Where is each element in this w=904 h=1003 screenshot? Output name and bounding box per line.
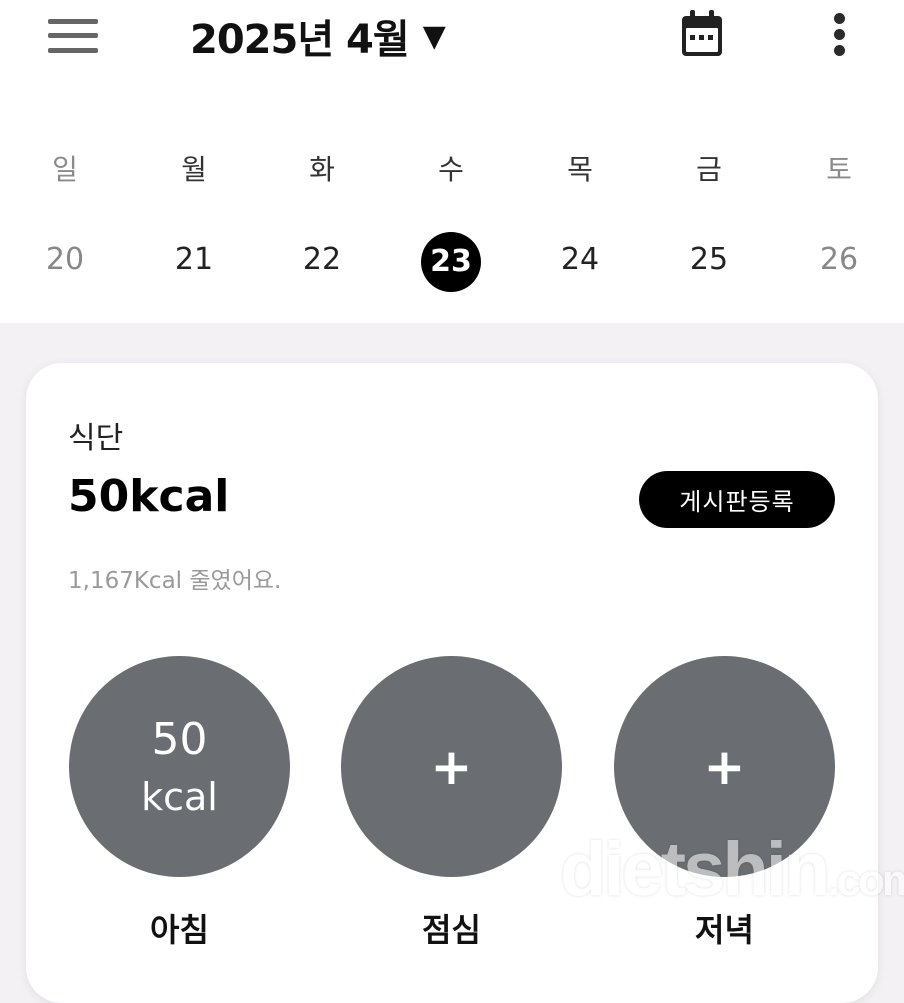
- date-cell[interactable]: 20: [15, 242, 115, 277]
- more-vertical-icon[interactable]: [822, 10, 858, 60]
- top-bar: 2025년 4월 ▼ 일 월 화 수 목 금 토 20 21 22 23 24: [0, 0, 904, 323]
- date-cell-selected[interactable]: 23: [401, 232, 501, 292]
- date-cell[interactable]: 21: [144, 242, 244, 277]
- selected-date-badge: 23: [421, 232, 481, 292]
- date-cell[interactable]: 25: [659, 242, 759, 277]
- weekday-fri: 금: [696, 153, 722, 186]
- chevron-down-icon: ▼: [422, 18, 446, 54]
- card-label: 식단: [68, 421, 124, 456]
- plus-icon: +: [703, 737, 746, 796]
- weekday-sat: 토: [826, 153, 852, 186]
- meal-name-breakfast: 아침: [150, 911, 209, 949]
- week-dates-row: 20 21 22 23 24 25 26: [0, 232, 904, 294]
- date-cell[interactable]: 22: [272, 242, 372, 277]
- breakfast-kcal-value: 50: [151, 713, 208, 765]
- add-lunch-button[interactable]: +: [341, 656, 562, 877]
- month-title: 2025년 4월: [190, 17, 410, 63]
- month-selector[interactable]: 2025년 4월 ▼: [190, 8, 446, 64]
- weekday-header-row: 일 월 화 수 목 금 토: [0, 144, 904, 188]
- date-cell[interactable]: 26: [789, 242, 889, 277]
- weekday-thu: 목: [567, 153, 593, 186]
- date-cell[interactable]: 24: [530, 242, 630, 277]
- hamburger-menu-icon[interactable]: [48, 16, 100, 56]
- watermark-brand: dietshin: [560, 827, 830, 912]
- total-kcal: 50kcal: [68, 471, 230, 522]
- breakfast-circle-button[interactable]: 50 kcal: [69, 656, 290, 877]
- weekday-mon: 월: [181, 153, 207, 186]
- weekday-sun: 일: [52, 153, 78, 186]
- calendar-icon[interactable]: [676, 8, 728, 60]
- kcal-reduced-summary: 1,167Kcal 줄였어요.: [68, 568, 282, 594]
- watermark-suffix: .com: [827, 856, 904, 905]
- weekday-wed: 수: [438, 153, 464, 186]
- dietshin-watermark: dietshin.com: [560, 826, 904, 913]
- board-register-button[interactable]: 게시판등록: [639, 471, 835, 528]
- weekday-tue: 화: [309, 153, 335, 186]
- breakfast-kcal-unit: kcal: [141, 774, 218, 819]
- meal-name-lunch: 점심: [422, 911, 481, 949]
- meal-lunch: + 점심: [341, 656, 562, 951]
- plus-icon: +: [430, 737, 473, 796]
- meal-breakfast: 50 kcal 아침: [69, 656, 290, 951]
